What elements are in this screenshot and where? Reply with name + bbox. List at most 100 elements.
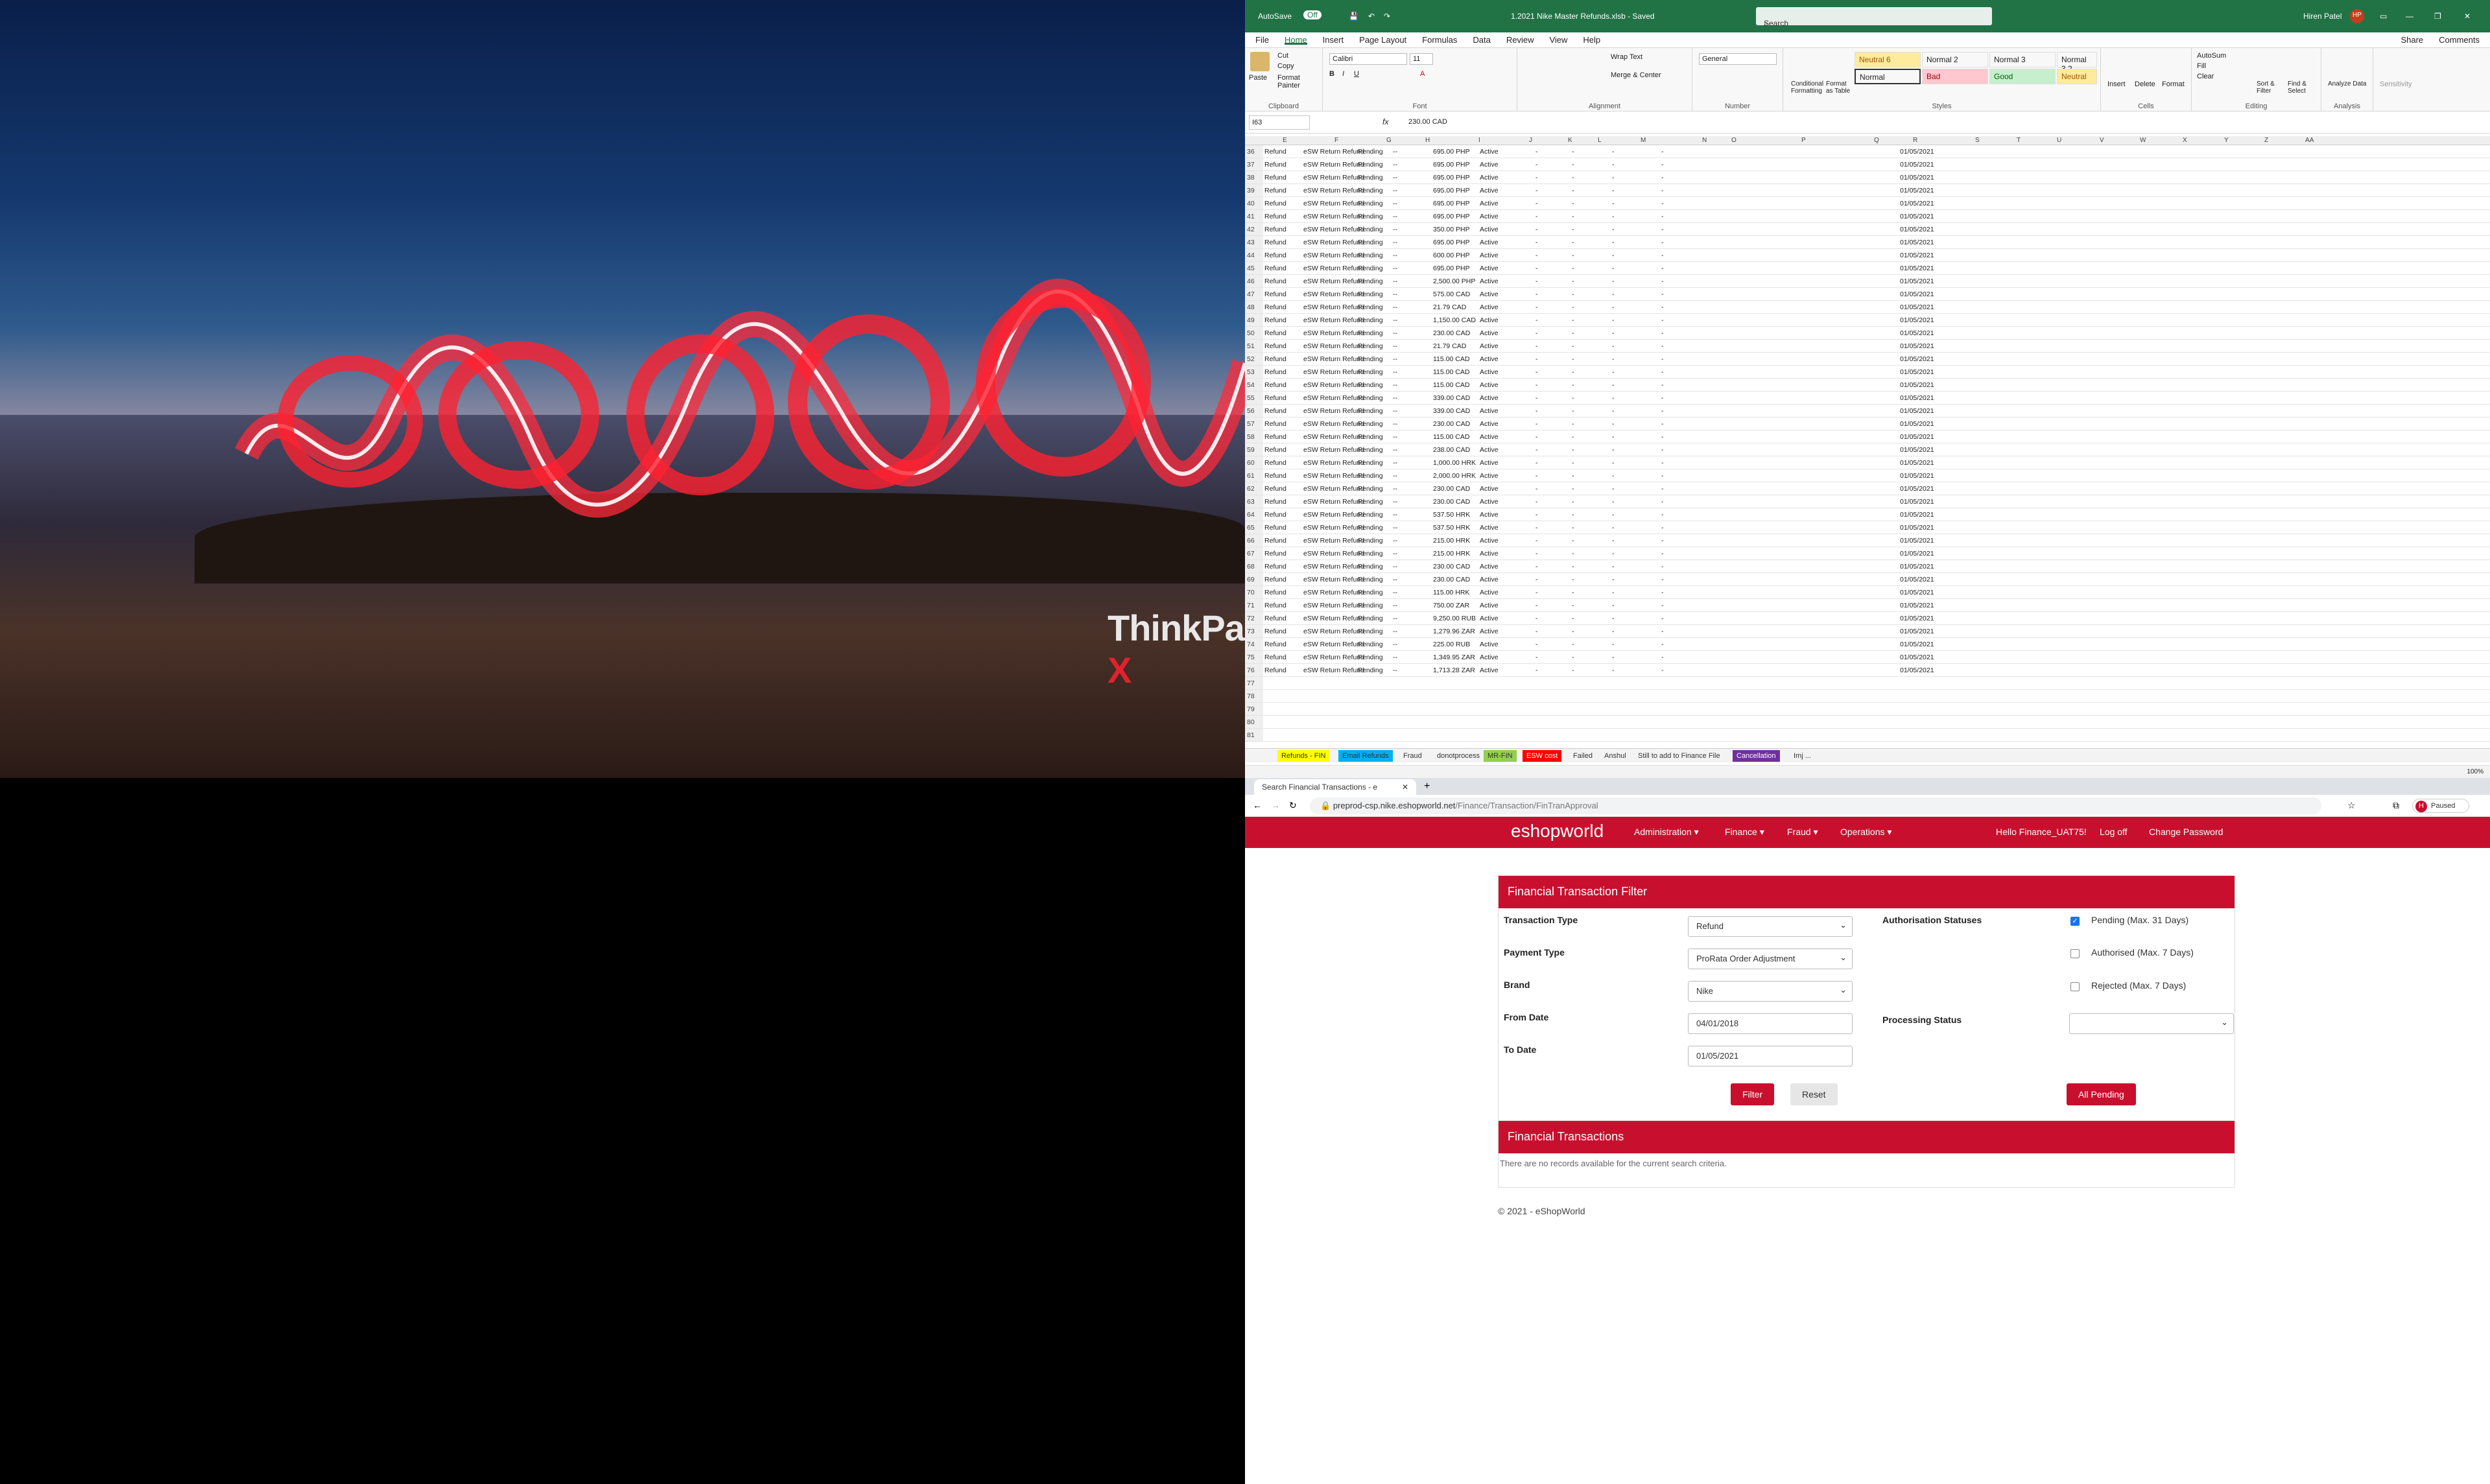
row-number[interactable]: 62: [1245, 482, 1263, 495]
cell-amount[interactable]: 1,000.00 HRK: [1433, 459, 1476, 467]
cell-k[interactable]: -: [1536, 550, 1538, 558]
share-button[interactable]: Share: [2401, 35, 2423, 45]
cell-amount[interactable]: 695.00 PHP: [1433, 265, 1470, 272]
cell-h[interactable]: --: [1393, 252, 1397, 259]
format-as-table-button[interactable]: Format as Table: [1826, 80, 1852, 95]
cell-date[interactable]: 01/05/2021: [1900, 654, 1934, 661]
cell-n[interactable]: -: [1661, 641, 1664, 648]
sheet-tab[interactable]: Still to add to Finance File: [1634, 750, 1724, 762]
cell-h[interactable]: --: [1393, 381, 1397, 389]
table-row[interactable]: 78: [1245, 690, 2490, 703]
cell-status[interactable]: Active: [1480, 342, 1499, 350]
cell-amount[interactable]: 695.00 PHP: [1433, 148, 1470, 156]
cell-amount[interactable]: 215.00 HRK: [1433, 550, 1470, 558]
cell-amount[interactable]: 537.50 HRK: [1433, 511, 1470, 519]
table-row[interactable]: 64 Refund eSW Return Refund Pending -- 537.50…: [1245, 508, 2490, 521]
authorised-checkbox[interactable]: [2070, 949, 2080, 958]
cell-state[interactable]: Pending: [1358, 459, 1383, 467]
cell-date[interactable]: 01/05/2021: [1900, 524, 1934, 532]
cell-k[interactable]: -: [1536, 342, 1538, 350]
column-header[interactable]: W: [2140, 137, 2146, 144]
cell-n[interactable]: -: [1661, 329, 1664, 337]
cell-k[interactable]: -: [1536, 459, 1538, 467]
user-avatar[interactable]: HP: [2350, 9, 2364, 23]
table-row[interactable]: 55 Refund eSW Return Refund Pending -- 339.00…: [1245, 392, 2490, 405]
logoff-link[interactable]: Log off: [2100, 827, 2128, 837]
cell-n[interactable]: -: [1661, 485, 1664, 493]
cell-n[interactable]: -: [1661, 277, 1664, 285]
cell-status[interactable]: Active: [1480, 316, 1499, 324]
table-row[interactable]: 80: [1245, 716, 2490, 729]
cell-h[interactable]: --: [1393, 239, 1397, 246]
cell-m[interactable]: -: [1612, 252, 1615, 259]
column-header[interactable]: H: [1425, 137, 1430, 144]
save-icon[interactable]: 💾: [1349, 12, 1358, 21]
cell-state[interactable]: Pending: [1358, 589, 1383, 596]
cell-type[interactable]: Refund: [1264, 641, 1286, 648]
cell-m[interactable]: -: [1612, 472, 1615, 480]
cell-h[interactable]: --: [1393, 666, 1397, 674]
format-painter-button[interactable]: Format Painter: [1277, 74, 1322, 89]
cell-date[interactable]: 01/05/2021: [1900, 485, 1934, 493]
row-number[interactable]: 79: [1245, 703, 1263, 715]
cell-l[interactable]: -: [1572, 511, 1574, 519]
cell-h[interactable]: --: [1393, 420, 1397, 428]
cell-n[interactable]: -: [1661, 342, 1664, 350]
cell-l[interactable]: -: [1572, 641, 1574, 648]
cell-m[interactable]: -: [1612, 316, 1615, 324]
cell-h[interactable]: --: [1393, 316, 1397, 324]
cell-amount[interactable]: 537.50 HRK: [1433, 524, 1470, 532]
font-family-select[interactable]: Calibri: [1329, 53, 1407, 65]
column-header[interactable]: R: [1913, 137, 1917, 144]
zoom-level[interactable]: 100%: [2467, 768, 2484, 775]
cell-amount[interactable]: 230.00 CAD: [1433, 485, 1470, 493]
cell-n[interactable]: -: [1661, 446, 1664, 454]
row-number[interactable]: 81: [1245, 729, 1263, 741]
row-number[interactable]: 72: [1245, 612, 1263, 624]
paste-icon[interactable]: [1250, 52, 1270, 71]
column-header[interactable]: L: [1598, 137, 1602, 144]
row-number[interactable]: 46: [1245, 275, 1263, 287]
cell-date[interactable]: 01/05/2021: [1900, 303, 1934, 311]
new-tab-icon[interactable]: +: [1424, 781, 1430, 792]
cell-state[interactable]: Pending: [1358, 615, 1383, 622]
cell-amount[interactable]: 600.00 PHP: [1433, 252, 1470, 259]
cell-status[interactable]: Active: [1480, 537, 1499, 545]
cell-h[interactable]: --: [1393, 148, 1397, 156]
table-row[interactable]: 60 Refund eSW Return Refund Pending -- 1,000.…: [1245, 456, 2490, 469]
cell-m[interactable]: -: [1612, 446, 1615, 454]
cell-l[interactable]: -: [1572, 524, 1574, 532]
cell-state[interactable]: Pending: [1358, 394, 1383, 402]
cell-h[interactable]: --: [1393, 654, 1397, 661]
sheet-tab[interactable]: Failed: [1569, 750, 1596, 762]
cell-l[interactable]: -: [1572, 602, 1574, 609]
cell-k[interactable]: -: [1536, 187, 1538, 194]
row-number[interactable]: 75: [1245, 651, 1263, 663]
cell-l[interactable]: -: [1572, 407, 1574, 415]
sheet-tab[interactable]: Email Refunds: [1338, 750, 1393, 762]
cell-l[interactable]: -: [1572, 472, 1574, 480]
cell-state[interactable]: Pending: [1358, 252, 1383, 259]
style-normal-3-2[interactable]: Normal 3 2: [2057, 52, 2097, 73]
cell-type[interactable]: Refund: [1264, 589, 1286, 596]
cell-k[interactable]: -: [1536, 213, 1538, 220]
cell-status[interactable]: Active: [1480, 148, 1499, 156]
cell-date[interactable]: 01/05/2021: [1900, 239, 1934, 246]
cell-n[interactable]: -: [1661, 654, 1664, 661]
table-row[interactable]: 46 Refund eSW Return Refund Pending -- 2,500.…: [1245, 275, 2490, 288]
search-input[interactable]: ⌕ Search: [1756, 7, 1992, 28]
cell-n[interactable]: -: [1661, 602, 1664, 609]
sheet-tab[interactable]: Cancellation: [1733, 750, 1780, 762]
cell-l[interactable]: -: [1572, 252, 1574, 259]
cell-l[interactable]: -: [1572, 420, 1574, 428]
table-row[interactable]: 51 Refund eSW Return Refund Pending -- 21.79 …: [1245, 340, 2490, 353]
cell-type[interactable]: Refund: [1264, 433, 1286, 441]
table-row[interactable]: 66 Refund eSW Return Refund Pending -- 215.00…: [1245, 534, 2490, 547]
cell-k[interactable]: -: [1536, 666, 1538, 674]
cell-date[interactable]: 01/05/2021: [1900, 537, 1934, 545]
cell-state[interactable]: Pending: [1358, 174, 1383, 182]
cell-state[interactable]: Pending: [1358, 602, 1383, 609]
cell-state[interactable]: Pending: [1358, 498, 1383, 506]
cell-reason[interactable]: eSW Return Refund: [1303, 213, 1364, 220]
cell-status[interactable]: Active: [1480, 511, 1499, 519]
